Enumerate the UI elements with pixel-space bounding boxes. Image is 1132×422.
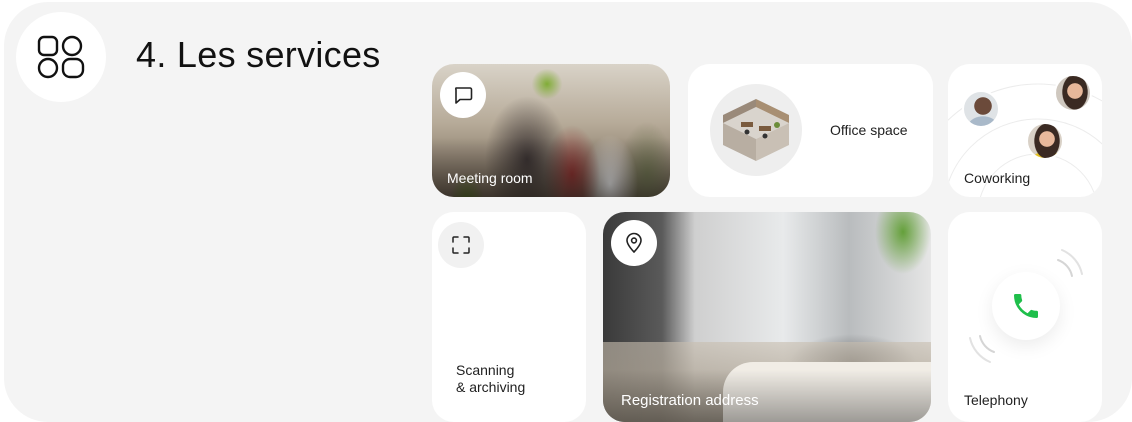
service-card-coworking[interactable]: Coworking — [948, 64, 1102, 197]
registration-label: Registration address — [621, 392, 759, 409]
section-icon-badge — [16, 12, 106, 102]
meeting-room-label: Meeting room — [447, 170, 533, 186]
location-pin-icon — [626, 232, 642, 253]
chat-bubble-icon — [455, 87, 473, 104]
office-illustration-icon — [723, 99, 789, 161]
services-panel: 4. Les services Meeting room Office spac… — [4, 2, 1132, 422]
service-card-office-space[interactable]: Office space — [688, 64, 933, 197]
avatar — [1026, 122, 1064, 160]
office-space-label: Office space — [830, 122, 908, 138]
avatar — [1054, 74, 1092, 112]
scan-frame-icon — [452, 236, 470, 254]
scanning-label-line2: & archiving — [456, 379, 526, 395]
chat-bubble-icon-badge — [440, 72, 486, 118]
office-illustration-wrap — [710, 84, 802, 176]
service-card-meeting-room[interactable]: Meeting room — [432, 64, 670, 197]
location-pin-icon-badge — [611, 220, 657, 266]
telephony-label: Telephony — [964, 392, 1028, 408]
services-grid-icon — [37, 35, 85, 79]
service-card-scanning-archiving[interactable]: Scanning & archiving — [432, 212, 586, 422]
scanning-label-line1: Scanning — [456, 362, 515, 378]
service-card-telephony[interactable]: Telephony — [948, 212, 1102, 422]
phone-icon — [1014, 294, 1038, 318]
service-card-registration-address[interactable]: Registration address — [603, 212, 931, 422]
phone-icon-badge — [992, 272, 1060, 340]
coworking-label: Coworking — [964, 170, 1031, 186]
page-title: 4. Les services — [136, 34, 381, 75]
scan-frame-icon-badge — [438, 222, 484, 268]
avatar — [962, 90, 1000, 128]
